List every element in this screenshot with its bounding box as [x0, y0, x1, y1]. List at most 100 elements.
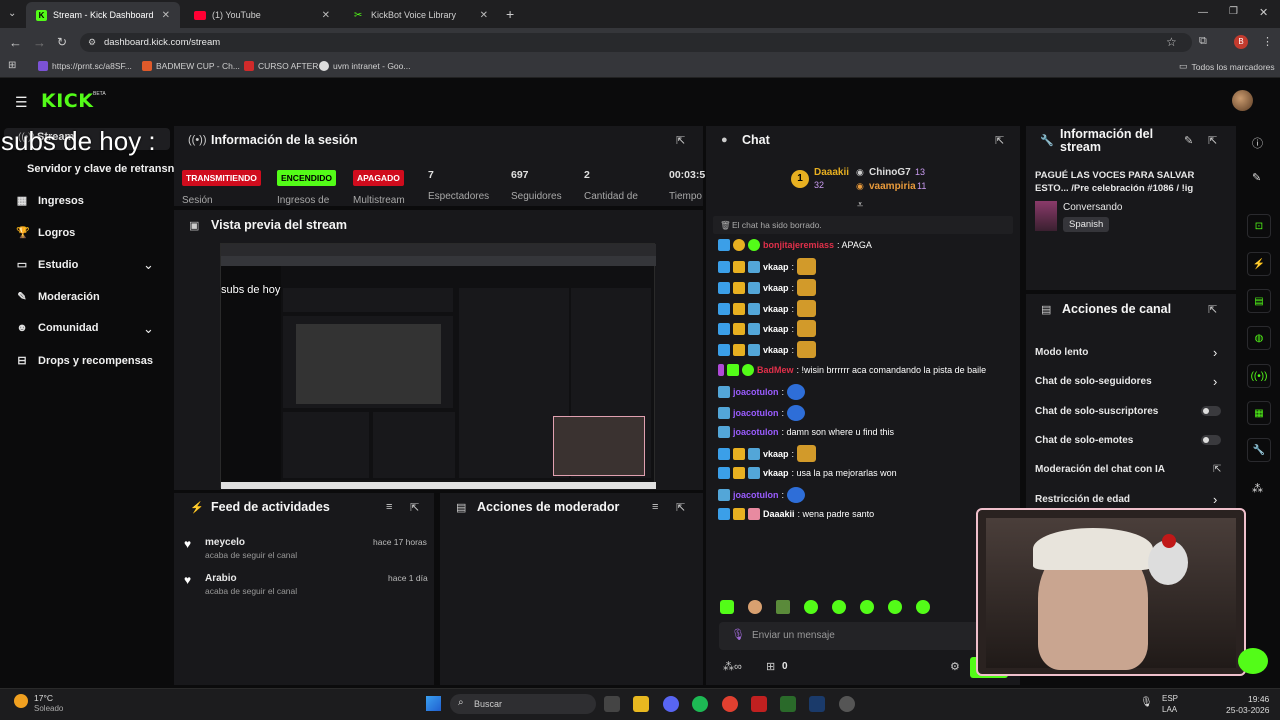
chevron-down-icon[interactable]: ⌄ — [143, 257, 154, 273]
reload-icon[interactable]: ↻ — [57, 35, 67, 49]
status-badge[interactable]: ENCENDIDO — [277, 170, 337, 186]
app-icon[interactable] — [839, 696, 855, 712]
channel-action-followers-only[interactable]: Chat de solo-seguidores — [1035, 376, 1152, 387]
top-gifter-name[interactable]: vaampiria — [869, 181, 916, 192]
forward-icon[interactable]: → — [33, 35, 46, 50]
windows-start-icon[interactable] — [426, 696, 441, 711]
tab-kickbot[interactable]: ✂ KickBot Voice Library ✕ — [344, 2, 498, 28]
rail-button[interactable]: ▦ — [1247, 401, 1271, 425]
community-icon[interactable]: ⁂ — [1252, 482, 1263, 495]
site-info-icon[interactable]: ⚙ — [88, 37, 96, 48]
kick-logo[interactable]: KICK — [41, 90, 93, 112]
user-avatar[interactable] — [1232, 90, 1253, 111]
edit-pencil-icon[interactable]: ✎ — [1184, 134, 1193, 147]
channel-action-slow-mode[interactable]: Modo lento — [1035, 347, 1088, 358]
chat-user[interactable]: vkaap — [763, 468, 789, 478]
rail-button[interactable]: ◍ — [1247, 326, 1271, 350]
close-tab-icon[interactable]: ✕ — [162, 10, 170, 21]
stream-preview-video[interactable] — [220, 243, 656, 489]
emote-quickbar[interactable] — [720, 600, 930, 614]
tab-list-icon[interactable]: ⌄ — [8, 8, 16, 19]
external-link-icon[interactable]: ⇱ — [1213, 464, 1221, 475]
chat-user[interactable]: joacotulon — [733, 490, 779, 500]
tab-youtube[interactable]: (1) YouTube ✕ — [184, 2, 340, 28]
popout-icon[interactable]: ⇱ — [995, 134, 1004, 147]
chat-user[interactable]: Daaakii — [763, 509, 795, 519]
rail-button[interactable]: ((•)) — [1247, 364, 1271, 388]
chat-user[interactable]: vkaap — [763, 449, 789, 459]
chat-user[interactable]: joacotulon — [733, 427, 779, 437]
infinity-icon[interactable]: ⁂∞ — [723, 660, 742, 673]
top-gifter-name[interactable]: ChinoG7 — [869, 167, 911, 178]
category-name[interactable]: Conversando — [1063, 202, 1122, 213]
filter-icon[interactable]: ≡ — [652, 501, 658, 513]
weather-temp[interactable]: 17°C — [34, 693, 53, 703]
chat-user[interactable]: bonjitajeremiass — [763, 240, 834, 250]
bookmark-badmew[interactable]: BADMEW CUP - Ch... — [142, 61, 240, 71]
spotify-icon[interactable] — [692, 696, 708, 712]
taskbar-search[interactable] — [450, 694, 596, 714]
chat-user[interactable]: joacotulon — [733, 408, 779, 418]
close-tab-icon[interactable]: ✕ — [322, 10, 330, 21]
apps-grid-icon[interactable]: ⊞ — [8, 60, 16, 71]
chrome-icon[interactable] — [722, 696, 738, 712]
channel-action-ai-moderation[interactable]: Moderación del chat con IA — [1035, 464, 1165, 475]
mic-icon[interactable]: 🎙 — [731, 628, 745, 641]
popout-icon[interactable]: ⇱ — [1208, 134, 1217, 147]
activity-user[interactable]: meycelo — [205, 537, 245, 548]
chevron-down-icon[interactable]: ⌄ — [143, 321, 154, 337]
sidebar-item-server-key[interactable]: Servidor y clave de retransn — [27, 163, 174, 175]
sidebar-item-drops[interactable]: ⊟ Drops y recompensas — [16, 354, 153, 368]
channel-action-age-restriction[interactable]: Restricción de edad — [1035, 494, 1130, 505]
mic-icon[interactable]: 🎙 — [1140, 697, 1153, 708]
browser-menu-icon[interactable]: ⋮ — [1262, 35, 1273, 48]
rail-button[interactable]: 🔧 — [1247, 438, 1271, 462]
bookmark-curso[interactable]: CURSO AFTER — [244, 61, 318, 71]
top-gifter-name[interactable]: Daaakii — [814, 167, 849, 178]
maximize-icon[interactable]: ❐ — [1229, 6, 1238, 17]
rail-button[interactable]: ⊡ — [1247, 214, 1271, 238]
activity-user[interactable]: Arabio — [205, 573, 237, 584]
clock-time[interactable]: 19:46 — [1248, 694, 1269, 704]
bookmark-star-icon[interactable]: ☆ — [1166, 35, 1177, 49]
subs-only-toggle[interactable] — [1201, 406, 1221, 416]
chat-user[interactable]: vkaap — [763, 345, 789, 355]
popout-icon[interactable]: ⇱ — [676, 501, 685, 514]
popout-icon[interactable]: ⇱ — [676, 134, 685, 147]
rail-button[interactable]: ⚡ — [1247, 252, 1271, 276]
close-tab-icon[interactable]: ✕ — [480, 10, 488, 21]
keyboard-lang[interactable]: ESP — [1162, 694, 1178, 703]
gift-icon[interactable]: ⊞ — [766, 660, 775, 673]
bookmark-prnt[interactable]: https://prnt.sc/a8SF... — [38, 61, 132, 71]
sidebar-item-moderacion[interactable]: ✎ Moderación — [16, 290, 99, 304]
file-explorer-icon[interactable] — [633, 696, 649, 712]
bookmark-uvm[interactable]: uvm intranet - Goo... — [319, 61, 410, 71]
status-badge[interactable]: APAGADO — [353, 170, 404, 186]
popout-icon[interactable]: ⇱ — [410, 501, 419, 514]
popout-icon[interactable]: ⇱ — [1208, 303, 1217, 316]
url-field[interactable]: dashboard.kick.com/stream — [80, 33, 1192, 52]
profile-avatar[interactable]: B — [1234, 35, 1248, 49]
chat-user[interactable]: vkaap — [763, 324, 789, 334]
sidebar-item-ingresos[interactable]: ▦ Ingresos — [16, 194, 84, 208]
minimize-icon[interactable]: — — [1198, 7, 1208, 18]
chat-user[interactable]: vkaap — [763, 262, 789, 272]
rail-button[interactable]: ▤ — [1247, 289, 1271, 313]
chat-user[interactable]: vkaap — [763, 283, 789, 293]
sidebar-item-estudio[interactable]: ▭ Estudio — [16, 258, 79, 272]
all-bookmarks[interactable]: ▭ Todos los marcadores — [1179, 61, 1275, 72]
settings-gear-icon[interactable]: ⚙ — [950, 660, 960, 673]
edit-icon[interactable]: ✎ — [1252, 171, 1261, 184]
new-tab-icon[interactable]: + — [506, 6, 514, 22]
chevron-right-icon[interactable]: › — [1213, 374, 1217, 389]
expand-icon[interactable]: ⩡ — [857, 199, 863, 212]
sidebar-item-logros[interactable]: 🏆 Logros — [16, 226, 75, 240]
discord-icon[interactable] — [663, 696, 679, 712]
chat-user[interactable]: vkaap — [763, 304, 789, 314]
emotes-only-toggle[interactable] — [1201, 435, 1221, 445]
chat-user[interactable]: joacotulon — [733, 387, 779, 397]
back-icon[interactable]: ← — [9, 35, 22, 50]
steam-icon[interactable] — [809, 696, 825, 712]
app-icon[interactable] — [751, 696, 767, 712]
app-icon[interactable] — [780, 696, 796, 712]
